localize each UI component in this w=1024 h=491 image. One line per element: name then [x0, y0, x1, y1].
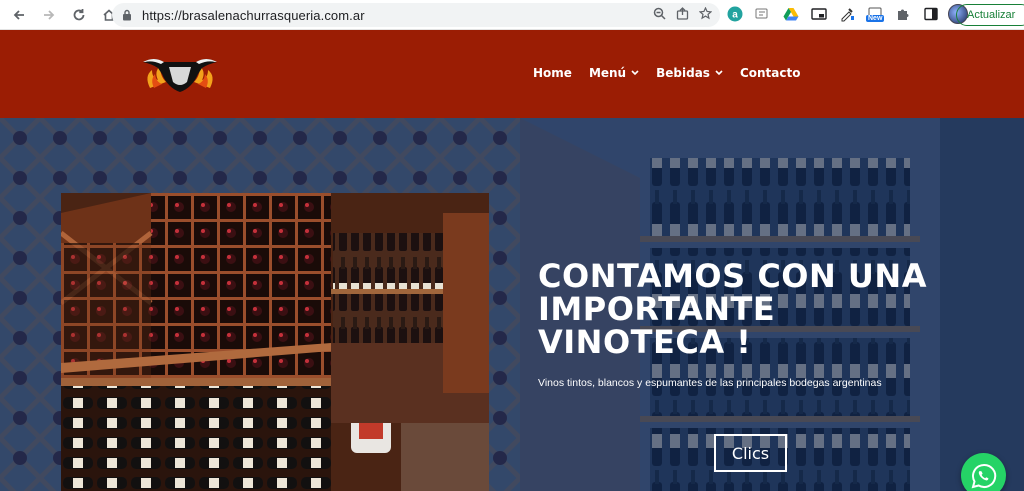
reload-button[interactable] [66, 2, 92, 28]
web-page: Home Menú Bebidas Contacto CONTAMOS CON … [0, 30, 1024, 491]
nav-bebidas[interactable]: Bebidas [656, 66, 723, 80]
arrow-right-icon [44, 9, 55, 20]
share-icon[interactable] [676, 7, 689, 23]
nav-contacto-label: Contacto [739, 66, 801, 80]
puzzle-icon[interactable] [892, 3, 914, 25]
wine-cellar-photo [61, 193, 489, 491]
back-button[interactable] [6, 2, 32, 28]
forward-button[interactable] [36, 2, 62, 28]
whatsapp-button[interactable] [961, 453, 1006, 491]
arrow-left-icon [13, 9, 24, 20]
extensions-bar: a New [724, 3, 968, 25]
nav-contacto[interactable]: Contacto [740, 66, 801, 80]
hero-title-line-3: VINOTECA ! [538, 323, 752, 361]
brasa-lena-logo[interactable] [140, 52, 220, 96]
site-header: Home Menú Bebidas Contacto [0, 30, 1024, 118]
new-badge: New [866, 15, 885, 22]
nav-menu[interactable]: Menú [589, 66, 639, 80]
hero-section: CONTAMOS CON UNA IMPORTANTE VINOTECA ! V… [0, 118, 1024, 491]
clics-button[interactable]: Clics [714, 434, 787, 472]
main-nav: Home Menú Bebidas Contacto [533, 66, 800, 80]
screenshot-extension-icon[interactable]: New [864, 3, 886, 25]
nav-home-label: Home [533, 66, 572, 80]
hero-title: CONTAMOS CON UNA IMPORTANTE VINOTECA ! [538, 260, 958, 359]
browser-toolbar: https://brasalenachurrasqueria.com.ar a [0, 0, 1024, 30]
picture-in-picture-icon[interactable] [808, 3, 830, 25]
url-text: https://brasalenachurrasqueria.com.ar [142, 7, 365, 23]
google-drive-icon[interactable] [780, 3, 802, 25]
whatsapp-icon [971, 463, 996, 488]
lock-icon [120, 8, 134, 22]
chevron-down-icon [631, 70, 639, 76]
hero-subtitle: Vinos tintos, blancos y espumantes de la… [538, 377, 882, 389]
nav-home[interactable]: Home [533, 66, 572, 80]
reload-icon [73, 8, 85, 20]
chevron-down-icon [715, 70, 723, 76]
side-panel-icon[interactable] [920, 3, 942, 25]
update-chrome-button[interactable]: Actualizar ⋮ [956, 4, 1024, 26]
zoom-icon[interactable] [653, 7, 666, 23]
nav-menu-label: Menú [588, 66, 627, 80]
nav-bebidas-label: Bebidas [656, 66, 710, 80]
update-label: Actualizar [967, 9, 1016, 21]
svg-text:a: a [732, 10, 738, 21]
address-bar[interactable]: https://brasalenachurrasqueria.com.ar [112, 3, 720, 27]
translate-extension-icon[interactable] [752, 3, 774, 25]
star-icon[interactable] [698, 6, 713, 23]
amazon-assistant-icon[interactable]: a [724, 3, 746, 25]
eyedropper-icon[interactable] [836, 3, 858, 25]
